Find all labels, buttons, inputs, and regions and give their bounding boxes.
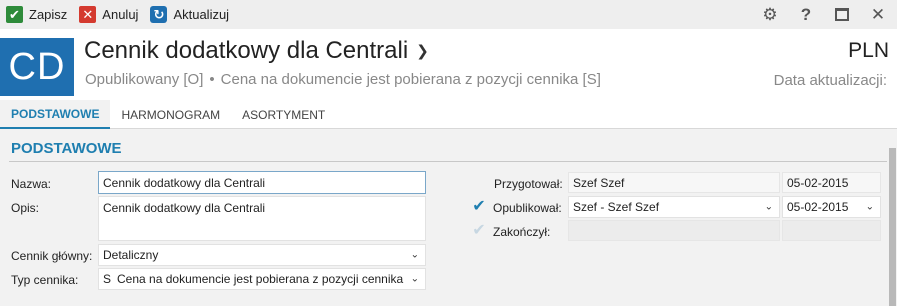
tab-bar: PODSTAWOWE HARMONOGRAM ASORTYMENT [0, 100, 897, 129]
update-date-label: Data aktualizacji: [773, 72, 887, 89]
tab-podstawowe[interactable]: PODSTAWOWE [0, 100, 111, 129]
page-title[interactable]: Cennik dodatkowy dla Centrali ❯ [84, 37, 429, 65]
refresh-label: Aktualizuj [173, 7, 230, 22]
main-pricelist-select[interactable]: Detaliczny ⌄ [98, 244, 426, 266]
cancel-label: Anuluj [102, 7, 139, 22]
published-date-picker[interactable]: 05-02-2015 ⌄ [782, 196, 881, 218]
separator-dot: • [209, 71, 215, 88]
close-icon[interactable]: ✕ [865, 2, 891, 28]
content-panel: PODSTAWOWE Nazwa: Cennik dodatkowy dla C… [0, 129, 887, 306]
toolbar: ✔ Zapisz ✕ Anuluj ↻ Aktualizuj ⚙ ? ✕ [0, 0, 897, 29]
document-logo: CD [0, 38, 74, 96]
published-label: Opublikował: [493, 201, 562, 215]
chevron-down-icon: ⌄ [865, 201, 874, 213]
checkmark-icon: ✔ [6, 6, 23, 23]
chevron-down-icon: ⌄ [410, 249, 419, 261]
prepared-date: 05-02-2015 [787, 175, 849, 190]
main-pricelist-value: Detaliczny [103, 248, 159, 262]
closed-user-field [568, 220, 780, 241]
prepared-user: Szef Szef [573, 175, 625, 190]
prepared-user-field: Szef Szef [568, 172, 780, 193]
published-date: 05-02-2015 [787, 200, 849, 214]
prepared-label: Przygotował: [494, 177, 563, 191]
section-divider [9, 161, 887, 162]
main-pricelist-label: Cennik główny: [11, 249, 93, 263]
currency-label: PLN [848, 39, 889, 62]
gear-icon[interactable]: ⚙ [757, 2, 783, 28]
refresh-button[interactable]: ↻ Aktualizuj [144, 0, 235, 29]
save-button[interactable]: ✔ Zapisz [0, 0, 73, 29]
tab-harmonogram[interactable]: HARMONOGRAM [110, 100, 231, 129]
refresh-icon: ↻ [150, 6, 168, 23]
pricelist-type-code: S [103, 272, 112, 286]
chevron-down-icon[interactable]: ❯ [416, 42, 429, 60]
published-user-select[interactable]: Szef - Szef Szef ⌄ [568, 196, 780, 218]
description-label: Opis: [11, 201, 40, 215]
price-source-text: Cena na dokumencie jest pobierana z pozy… [220, 71, 601, 88]
prepared-date-field: 05-02-2015 [782, 172, 881, 193]
chevron-down-icon: ⌄ [764, 201, 773, 213]
pricelist-type-select[interactable]: S Cena na dokumencie jest pobierana z po… [98, 268, 426, 290]
published-checkbox[interactable]: ✔ [470, 197, 488, 215]
document-subtitle: Opublikowany [O] • Cena na dokumencie jest… [85, 71, 601, 88]
cancel-button[interactable]: ✕ Anuluj [73, 0, 144, 29]
save-label: Zapisz [29, 7, 68, 22]
closed-date-field [782, 220, 881, 241]
pricelist-type-label: Typ cennika: [11, 273, 79, 287]
help-icon[interactable]: ? [793, 2, 819, 28]
name-value: Cennik dodatkowy dla Centrali [103, 175, 266, 190]
published-user: Szef - Szef Szef [573, 200, 660, 214]
name-input[interactable]: Cennik dodatkowy dla Centrali [98, 171, 426, 194]
name-label: Nazwa: [11, 177, 52, 191]
maximize-icon[interactable] [829, 2, 855, 28]
window-controls: ⚙ ? ✕ [757, 0, 891, 29]
status-text: Opublikowany [O] [85, 71, 204, 88]
vertical-scrollbar[interactable] [887, 129, 897, 306]
close-x-icon: ✕ [79, 6, 97, 23]
description-value: Cennik dodatkowy dla Centrali [103, 201, 266, 215]
document-header: CD Cennik dodatkowy dla Centrali ❯ Opubl… [0, 29, 897, 100]
scrollbar-thumb[interactable] [889, 148, 896, 306]
section-title: PODSTAWOWE [11, 140, 122, 157]
closed-label: Zakończył: [493, 225, 551, 239]
chevron-down-icon: ⌄ [410, 273, 419, 285]
tab-asortyment[interactable]: ASORTYMENT [231, 100, 336, 129]
closed-checkbox[interactable]: ✔ [470, 221, 488, 239]
description-textarea[interactable]: Cennik dodatkowy dla Centrali [98, 196, 426, 241]
pricelist-type-value: Cena na dokumencie jest pobierana z pozy… [117, 272, 404, 286]
page-title-text: Cennik dodatkowy dla Centrali [84, 37, 409, 64]
